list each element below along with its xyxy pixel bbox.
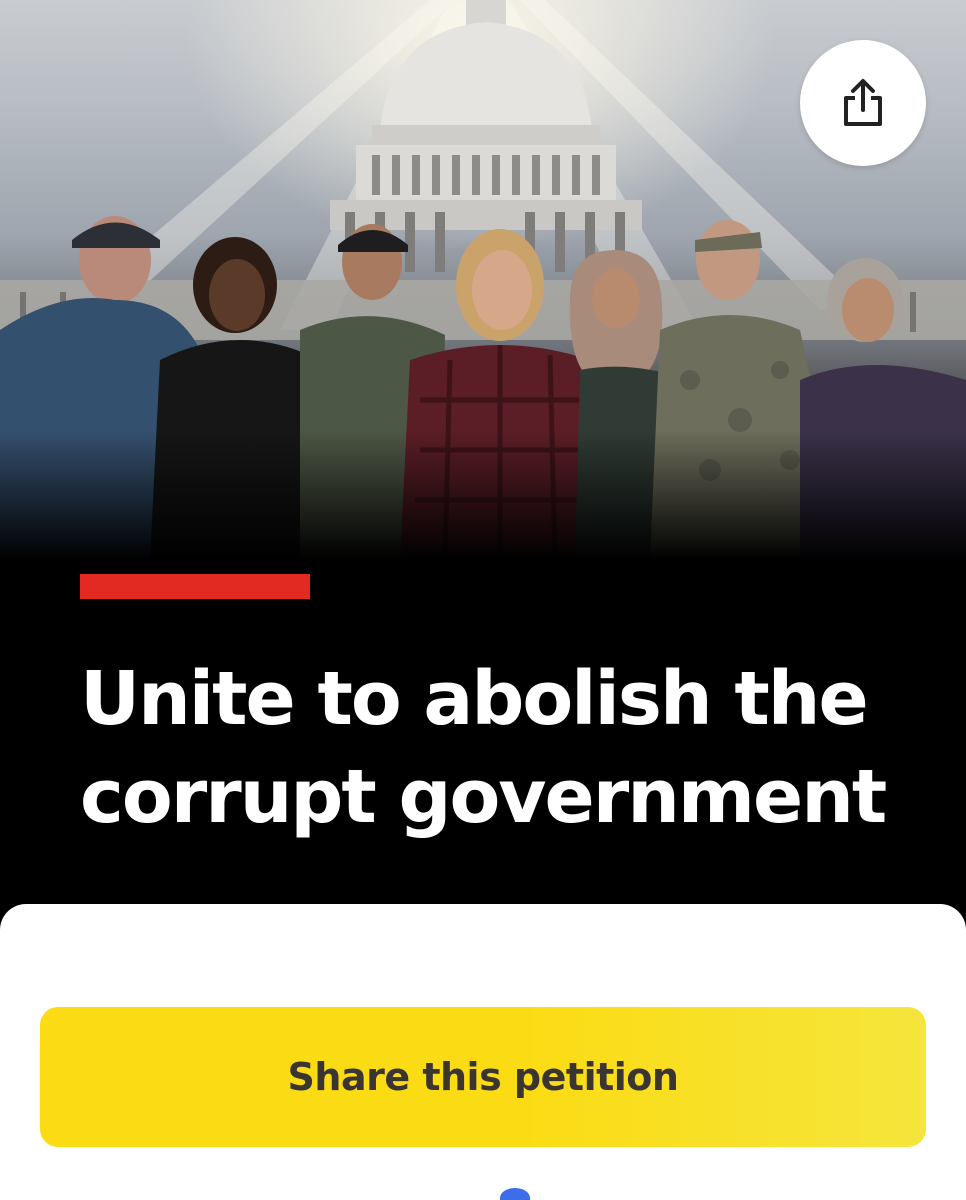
share-icon bbox=[844, 79, 882, 126]
title-accent-bar bbox=[80, 574, 310, 599]
petition-title: Unite to abolish the corrupt government bbox=[80, 656, 887, 840]
action-sheet: Share this petition bbox=[0, 904, 966, 1200]
verified-badge-icon bbox=[500, 1188, 530, 1200]
petition-page: Unite to abolish the corrupt government … bbox=[0, 0, 966, 1200]
share-petition-button[interactable]: Share this petition bbox=[40, 1007, 926, 1147]
hero-image bbox=[0, 0, 966, 560]
share-icon-button[interactable] bbox=[800, 40, 926, 166]
